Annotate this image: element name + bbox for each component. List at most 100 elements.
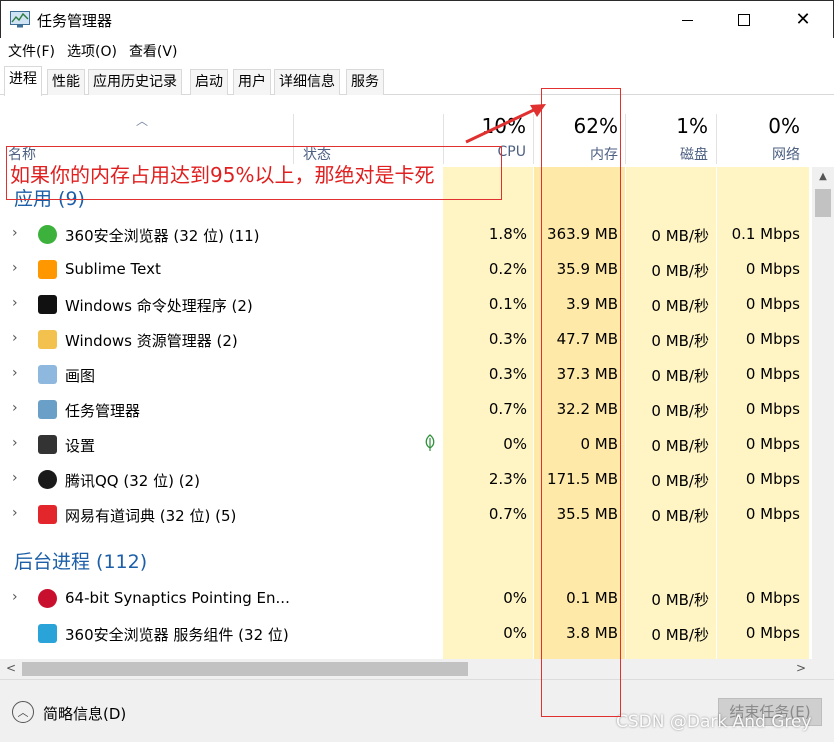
network-cell: 0 Mbps bbox=[745, 260, 800, 278]
disk-cell: 0 MB/秒 bbox=[651, 507, 709, 525]
chevron-right-icon[interactable]: › bbox=[12, 435, 18, 451]
cpu-cell: 0% bbox=[503, 624, 527, 642]
table-row[interactable]: › 任务管理器 0.7% 32.2 MB 0 MB/秒 0 Mbps bbox=[0, 392, 812, 427]
settings-gear-icon bbox=[38, 435, 57, 454]
network-cell: 0 Mbps bbox=[745, 470, 800, 488]
table-row[interactable]: › Windows 命令处理程序 (2) 0.1% 3.9 MB 0 MB/秒 0 Mbp… bbox=[0, 287, 812, 322]
menu-view[interactable]: 查看(V) bbox=[129, 41, 178, 61]
memory-highlight-box bbox=[541, 88, 621, 717]
chevron-right-icon[interactable]: › bbox=[12, 260, 18, 276]
process-name: Windows 命令处理程序 (2) bbox=[65, 297, 253, 315]
cpu-cell: 0.3% bbox=[488, 365, 527, 383]
network-cell: 0 Mbps bbox=[745, 295, 800, 313]
network-cell: 0 Mbps bbox=[745, 589, 800, 607]
paint-icon bbox=[38, 365, 57, 384]
chevron-right-icon[interactable]: › bbox=[12, 365, 18, 381]
process-name: 设置 bbox=[65, 437, 96, 455]
menu-bar: 文件(F) 选项(O) 查看(V) bbox=[0, 38, 834, 64]
close-button[interactable]: ✕ bbox=[780, 1, 826, 39]
chevron-right-icon[interactable]: › bbox=[12, 470, 18, 486]
menu-file[interactable]: 文件(F) bbox=[8, 41, 55, 61]
disk-cell: 0 MB/秒 bbox=[651, 367, 709, 385]
tab-details[interactable]: 详细信息 bbox=[274, 69, 340, 95]
watermark: CSDN @Dark And Grey bbox=[616, 712, 812, 732]
cpu-cell: 0.7% bbox=[488, 505, 527, 523]
table-row[interactable]: 360安全浏览器 服务组件 (32 位) 0% 3.8 MB 0 MB/秒 0 Mbps bbox=[0, 616, 812, 651]
table-row[interactable]: › 网易有道词典 (32 位) (5) 0.7% 35.5 MB 0 MB/秒 0 Mbp… bbox=[0, 497, 812, 532]
process-name: Windows 资源管理器 (2) bbox=[65, 332, 238, 350]
cpu-cell: 0.1% bbox=[488, 295, 527, 313]
maximize-button[interactable] bbox=[721, 1, 767, 39]
sublime-text-icon bbox=[38, 260, 57, 279]
disk-cell: 0 MB/秒 bbox=[651, 297, 709, 315]
process-name: 360安全浏览器 服务组件 (32 位) bbox=[65, 626, 289, 644]
horizontal-scrollbar[interactable]: < > bbox=[0, 659, 812, 679]
table-row[interactable]: › 360安全浏览器 (32 位) (11) 1.8% 363.9 MB 0 MB/秒 0… bbox=[0, 217, 812, 252]
disk-total-percent[interactable]: 1% bbox=[660, 114, 708, 138]
disk-cell: 0 MB/秒 bbox=[651, 402, 709, 420]
collapse-chevron-icon[interactable]: ︿ bbox=[12, 701, 34, 723]
menu-options[interactable]: 选项(O) bbox=[67, 41, 117, 61]
task-manager-icon bbox=[38, 400, 57, 419]
network-cell: 0 Mbps bbox=[745, 400, 800, 418]
disk-cell: 0 MB/秒 bbox=[651, 437, 709, 455]
column-disk-header[interactable]: 磁盘 bbox=[660, 144, 708, 164]
column-network-header[interactable]: 网络 bbox=[752, 144, 800, 164]
sort-up-icon: ︿ bbox=[136, 114, 149, 128]
vertical-scrollbar[interactable]: ▲ bbox=[812, 167, 834, 659]
disk-cell: 0 MB/秒 bbox=[651, 262, 709, 280]
minimize-icon bbox=[681, 19, 693, 21]
cpu-cell: 0.3% bbox=[488, 330, 527, 348]
network-cell: 0.1 Mbps bbox=[731, 225, 800, 243]
table-row[interactable]: › Sublime Text 0.2% 35.9 MB 0 MB/秒 0 Mbps bbox=[0, 252, 812, 287]
chevron-right-icon[interactable]: › bbox=[12, 400, 18, 416]
tab-startup[interactable]: 启动 bbox=[190, 69, 228, 95]
tab-processes[interactable]: 进程 bbox=[4, 66, 42, 96]
minimize-button[interactable] bbox=[664, 1, 710, 39]
scroll-up-icon[interactable]: ▲ bbox=[812, 171, 834, 182]
process-name: 腾讯QQ (32 位) (2) bbox=[65, 472, 200, 490]
scroll-right-icon[interactable]: > bbox=[796, 661, 806, 675]
table-row[interactable]: › Windows 资源管理器 (2) 0.3% 47.7 MB 0 MB/秒 0 Mbp… bbox=[0, 322, 812, 357]
tab-bar: 进程 性能 应用历史记录 启动 用户 详细信息 服务 bbox=[0, 66, 834, 96]
chevron-right-icon[interactable]: › bbox=[12, 295, 18, 311]
table-row[interactable]: › 设置 0% 0 MB 0 MB/秒 0 Mbps bbox=[0, 427, 812, 462]
process-name: 网易有道词典 (32 位) (5) bbox=[65, 507, 237, 525]
table-row[interactable]: › 画图 0.3% 37.3 MB 0 MB/秒 0 Mbps bbox=[0, 357, 812, 392]
task-manager-icon bbox=[10, 11, 30, 28]
chevron-right-icon[interactable]: › bbox=[12, 505, 18, 521]
chevron-right-icon[interactable]: › bbox=[12, 589, 18, 605]
chevron-right-icon[interactable]: › bbox=[12, 330, 18, 346]
scroll-corner bbox=[812, 659, 834, 679]
network-cell: 0 Mbps bbox=[745, 365, 800, 383]
vertical-scroll-thumb[interactable] bbox=[815, 189, 831, 217]
disk-cell: 0 MB/秒 bbox=[651, 227, 709, 245]
fewer-details-link[interactable]: 简略信息(D) bbox=[43, 703, 126, 724]
disk-cell: 0 MB/秒 bbox=[651, 332, 709, 350]
network-cell: 0 Mbps bbox=[745, 330, 800, 348]
disk-cell: 0 MB/秒 bbox=[651, 626, 709, 644]
cpu-cell: 0% bbox=[503, 589, 527, 607]
network-total-percent[interactable]: 0% bbox=[752, 114, 800, 138]
process-name: 任务管理器 bbox=[65, 402, 141, 420]
chevron-right-icon[interactable]: › bbox=[12, 225, 18, 241]
process-name: 64-bit Synaptics Pointing En... bbox=[65, 589, 290, 607]
tab-app-history[interactable]: 应用历史记录 bbox=[88, 69, 182, 95]
process-name: Sublime Text bbox=[65, 260, 161, 278]
horizontal-scroll-thumb[interactable] bbox=[22, 662, 468, 676]
title-bar: 任务管理器 ✕ bbox=[0, 0, 834, 38]
tab-performance[interactable]: 性能 bbox=[47, 69, 85, 95]
table-row[interactable]: › 腾讯QQ (32 位) (2) 2.3% 171.5 MB 0 MB/秒 0 Mbps bbox=[0, 462, 812, 497]
tab-services[interactable]: 服务 bbox=[346, 69, 384, 95]
youdao-icon bbox=[38, 505, 57, 524]
network-cell: 0 Mbps bbox=[745, 624, 800, 642]
scroll-left-icon[interactable]: < bbox=[6, 661, 16, 675]
process-name: 画图 bbox=[65, 367, 96, 385]
footer-bar: ︿ 简略信息(D) 结束任务(E) CSDN @Dark And Grey bbox=[0, 679, 834, 742]
tab-users[interactable]: 用户 bbox=[233, 69, 271, 95]
background-group-header[interactable]: 后台进程 (112) bbox=[14, 547, 147, 574]
column-divider bbox=[716, 114, 717, 164]
table-row[interactable]: › 64-bit Synaptics Pointing En... 0% 0.1 MB… bbox=[0, 581, 812, 616]
disk-cell: 0 MB/秒 bbox=[651, 591, 709, 609]
disk-cell: 0 MB/秒 bbox=[651, 472, 709, 490]
